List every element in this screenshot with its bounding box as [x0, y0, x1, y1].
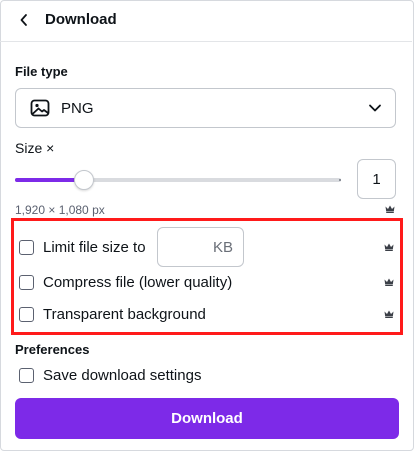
limit-size-checkbox[interactable]: [19, 239, 34, 255]
slider-end-marker: [339, 179, 341, 181]
crown-icon: [384, 243, 394, 251]
file-type-select[interactable]: PNG: [15, 88, 396, 128]
limit-size-label: Limit file size to: [43, 238, 146, 256]
file-size-input[interactable]: KB: [157, 227, 244, 267]
transparent-checkbox[interactable]: [19, 306, 34, 322]
dimensions-text: 1,920 × 1,080 px: [15, 203, 105, 217]
download-button[interactable]: Download: [15, 398, 399, 439]
crown-icon: [384, 278, 394, 286]
size-multiplier-input[interactable]: 1: [357, 159, 396, 199]
crown-icon: [384, 310, 394, 318]
panel-header: Download: [0, 0, 412, 42]
save-settings-checkbox[interactable]: [19, 367, 34, 383]
limit-size-option[interactable]: Limit file size to: [19, 236, 146, 258]
compress-option[interactable]: Compress file (lower quality): [19, 271, 232, 293]
preferences-label: Preferences: [15, 342, 90, 357]
save-settings-label: Save download settings: [43, 366, 202, 384]
slider-thumb[interactable]: [74, 170, 94, 190]
chevron-left-icon: [20, 14, 27, 26]
kb-unit: KB: [212, 239, 233, 256]
image-icon: [30, 99, 50, 117]
transparent-option[interactable]: Transparent background: [19, 303, 206, 325]
transparent-label: Transparent background: [43, 305, 206, 323]
compress-label: Compress file (lower quality): [43, 273, 233, 291]
back-button[interactable]: [12, 8, 36, 32]
file-type-label: File type: [15, 64, 68, 79]
save-settings-option[interactable]: Save download settings: [19, 364, 201, 386]
file-type-value: PNG: [61, 100, 94, 117]
size-slider[interactable]: [15, 170, 341, 190]
panel-title: Download: [45, 11, 117, 28]
chevron-down-icon: [369, 104, 381, 112]
compress-checkbox[interactable]: [19, 274, 34, 290]
size-label: Size ×: [15, 140, 55, 156]
crown-icon: [385, 205, 395, 213]
slider-fill: [15, 178, 83, 182]
